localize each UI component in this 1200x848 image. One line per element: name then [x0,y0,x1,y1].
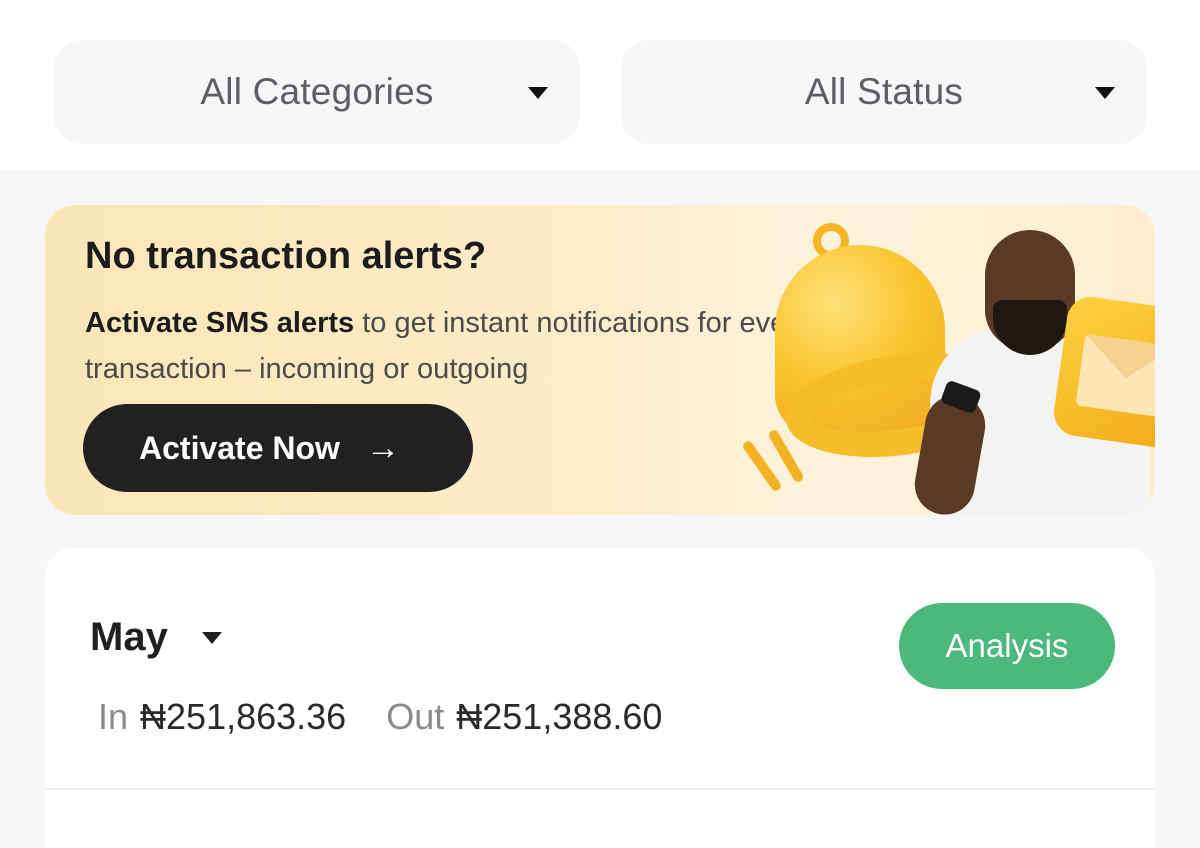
status-filter-value: All Status [804,71,964,112]
monthly-summary-card: May Analysis In ₦251,863.36 Out ₦251,388… [45,548,1155,848]
divider [45,788,1155,790]
money-in-label: In [98,696,129,737]
filter-bar: All Categories All Status [0,0,1200,170]
sms-alert-banner[interactable]: No transaction alerts? Activate SMS aler… [45,205,1155,515]
banner-description-bold: Activate SMS alerts [85,307,355,339]
analysis-button[interactable]: Analysis [899,603,1115,689]
banner-title: No transaction alerts? [85,235,487,277]
money-out: Out ₦251,388.60 [386,696,662,738]
chevron-down-icon [528,87,548,99]
chevron-down-icon [201,631,222,644]
money-in: In ₦251,863.36 [98,696,346,738]
category-filter-value: All Categories [200,71,434,112]
activate-now-label: Activate Now [139,429,340,466]
banner-illustration: 1 [685,205,1155,515]
month-label: May [90,615,168,659]
arrow-right-icon: → [365,428,400,467]
activate-now-button[interactable]: Activate Now → [83,404,473,492]
money-out-value: ₦251,388.60 [456,696,663,737]
status-filter-dropdown[interactable]: All Status [621,40,1147,144]
category-filter-dropdown[interactable]: All Categories [54,40,580,144]
money-in-value: ₦251,863.36 [140,696,347,737]
totals-row: In ₦251,863.36 Out ₦251,388.60 [98,696,702,738]
month-selector[interactable]: May [90,615,222,660]
money-out-label: Out [386,696,445,737]
envelope-icon [1075,333,1155,419]
chevron-down-icon [1095,87,1115,99]
